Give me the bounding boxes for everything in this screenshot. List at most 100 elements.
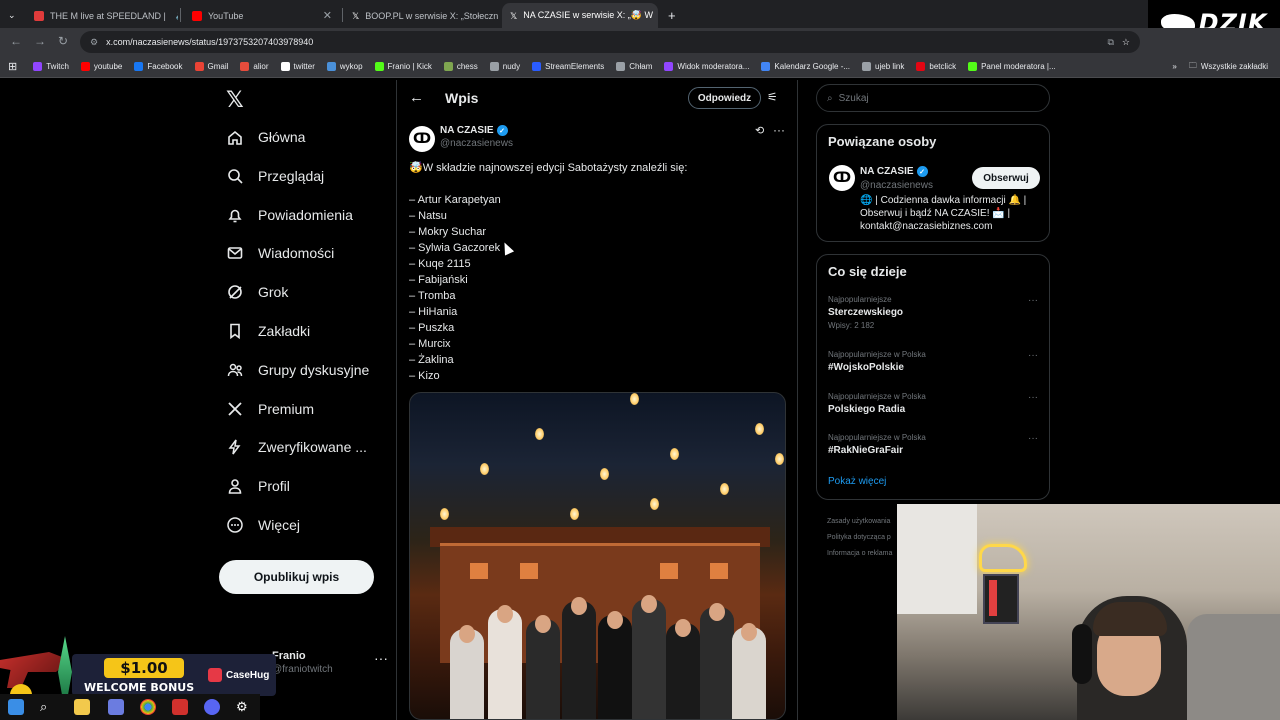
more-icon[interactable]: ··· <box>1028 392 1038 403</box>
related-handle[interactable]: @naczasienews <box>860 180 933 191</box>
bookmark-item[interactable]: twitter <box>275 62 321 71</box>
bookmark-item[interactable]: chess <box>438 62 484 71</box>
author-handle[interactable]: @naczasienews <box>440 138 513 149</box>
bookmark-item[interactable]: Kalendarz Google -... <box>755 62 856 71</box>
search-input[interactable]: ⌕ Szukaj <box>816 84 1050 112</box>
grok-icon[interactable]: ⟲ <box>755 124 764 137</box>
author-name[interactable]: NA CZASIE ✓ <box>440 125 508 136</box>
bookmark-item[interactable]: Twitch <box>27 62 75 71</box>
nav-item-mail[interactable]: Wiadomości <box>226 244 334 262</box>
bookmark-favicon-icon <box>664 62 674 71</box>
promo-brand: CaseHug <box>208 668 269 682</box>
sliders-icon[interactable]: ⚟ <box>767 90 778 104</box>
site-info-icon[interactable]: ⚙ <box>90 37 98 48</box>
chrome-icon[interactable] <box>140 699 156 715</box>
nav-item-bell[interactable]: Powiadomienia <box>226 206 353 224</box>
nav-item-more-circle[interactable]: Więcej <box>226 516 300 534</box>
url-field[interactable]: ⚙ x.com/naczasienews/status/197375320740… <box>80 31 1140 53</box>
related-name[interactable]: NA CZASIE ✓ <box>860 166 928 177</box>
forward-icon[interactable]: → <box>34 34 46 48</box>
bookmark-favicon-icon <box>240 62 250 71</box>
address-bar-row: ← → ↻ ⚙ x.com/naczasienews/status/197375… <box>0 28 1280 56</box>
nav-item-grok[interactable]: Grok <box>226 283 288 301</box>
footer-link[interactable]: Zasady użytkowania <box>827 514 892 530</box>
trend-item[interactable]: Najpopularniejsze w Polska #WojskoPolskie… <box>828 350 1038 373</box>
bookmark-item[interactable]: alior <box>234 62 274 71</box>
twitch-favicon-icon <box>34 10 44 21</box>
bookmark-favicon-icon <box>616 62 626 71</box>
bookmark-item[interactable]: nudy <box>484 62 526 71</box>
star-icon[interactable]: ☆ <box>1122 37 1130 48</box>
discord-icon[interactable] <box>204 699 220 715</box>
trend-item[interactable]: Najpopularniejsze w Polska Polskiego Radi… <box>828 392 1038 415</box>
bookmark-item[interactable]: Chłam <box>610 62 658 71</box>
follow-button[interactable]: Obserwuj <box>972 167 1040 189</box>
all-bookmarks[interactable]: 🗀 Wszystkie zakładki <box>1183 60 1274 74</box>
browser-tab-4[interactable]: 𝕏 NA CZASIE w serwisie X: „🤯 W ✕ <box>502 3 658 28</box>
file-explorer-icon[interactable] <box>74 699 90 715</box>
back-icon[interactable]: ← <box>10 34 22 48</box>
post-image[interactable] <box>409 392 786 720</box>
verified-badge-icon: ✓ <box>916 166 928 177</box>
back-arrow-icon[interactable]: ← <box>409 89 424 106</box>
bookmark-favicon-icon <box>134 62 144 71</box>
close-tab-icon[interactable]: ✕ <box>323 9 332 22</box>
bookmark-item[interactable]: Widok moderatora... <box>658 62 755 71</box>
bell-icon <box>228 209 242 222</box>
bookmark-item[interactable]: betclick <box>910 62 962 71</box>
search-icon[interactable]: ⌕ <box>40 699 56 715</box>
account-handle: @franiotwitch <box>272 664 333 675</box>
nav-item-lightning[interactable]: Zweryfikowane ... <box>226 438 367 456</box>
bookmark-item[interactable]: Gmail <box>189 62 235 71</box>
nav-item-x[interactable]: Premium <box>226 400 314 418</box>
x-logo-icon[interactable]: 𝕏 <box>226 88 244 113</box>
related-avatar[interactable]: ↀ <box>829 165 855 191</box>
app-icon[interactable] <box>172 699 188 715</box>
browser-tab-2[interactable]: YouTube ✕ <box>184 3 340 28</box>
speaker-icon[interactable]: 🔊 <box>176 10 178 21</box>
nav-label: Więcej <box>258 517 301 533</box>
app-icon[interactable] <box>108 699 124 715</box>
trend-item[interactable]: Najpopularniejsze Sterczewskiego Wpisy: 2 … <box>828 295 1038 330</box>
settings-icon[interactable]: ⚙ <box>236 699 252 715</box>
bookmark-item[interactable]: StreamElements <box>526 62 610 71</box>
bookmark-item[interactable]: Facebook <box>128 62 188 71</box>
browser-tab-3[interactable]: 𝕏 BOOP.PL w serwisie X: „Stołeczni ✕ <box>344 3 498 28</box>
new-tab-button[interactable]: + <box>660 3 682 28</box>
install-icon[interactable]: ⧉ <box>1107 37 1113 48</box>
nav-item-person[interactable]: Profil <box>226 477 290 495</box>
more-icon[interactable]: ··· <box>374 650 388 666</box>
nav-item-search[interactable]: Przeglądaj <box>226 167 324 185</box>
apps-icon[interactable]: ⊞ <box>0 60 27 73</box>
list-item: – Tromba <box>409 290 456 302</box>
author-avatar[interactable]: ↀ <box>409 126 435 152</box>
bookmark-item[interactable]: wykop <box>321 62 369 71</box>
bookmark-item[interactable]: youtube <box>75 62 128 71</box>
windows-start-icon[interactable] <box>8 699 24 715</box>
trend-category: Najpopularniejsze w Polska <box>828 433 926 442</box>
x-favicon-icon: 𝕏 <box>510 10 518 21</box>
footer-link[interactable]: Informacja o reklama <box>827 546 892 562</box>
browser-tab-1[interactable]: THE M live at SPEEDLAND | 🔊 ✕ <box>26 3 178 28</box>
bookmark-item[interactable]: ujeb link <box>856 62 910 71</box>
promo-amount: $1.00 <box>104 658 184 678</box>
nav-item-home[interactable]: Główna <box>226 128 305 146</box>
more-icon[interactable]: ··· <box>773 123 785 137</box>
more-icon[interactable]: ··· <box>1028 350 1038 361</box>
trend-category: Najpopularniejsze w Polska <box>828 392 926 401</box>
reply-button[interactable]: Odpowiedz <box>688 87 761 109</box>
reload-icon[interactable]: ↻ <box>58 34 68 48</box>
more-icon[interactable]: ··· <box>1028 433 1038 444</box>
bookmark-item[interactable]: Franio | Kick <box>369 62 438 71</box>
nav-item-bookmark[interactable]: Zakładki <box>226 322 310 340</box>
tab-list-button[interactable]: ⌄ <box>4 3 22 28</box>
mail-icon <box>227 247 243 260</box>
nav-item-community[interactable]: Grupy dyskusyjne <box>226 361 369 379</box>
more-icon[interactable]: ··· <box>1028 295 1038 306</box>
footer-link[interactable]: Polityka dotycząca p <box>827 530 892 546</box>
publish-button[interactable]: Opublikuj wpis <box>219 560 374 594</box>
bookmark-item[interactable]: Panel moderatora |... <box>962 62 1062 71</box>
show-more-link[interactable]: Pokaż więcej <box>828 476 886 487</box>
trend-item[interactable]: Najpopularniejsze w Polska #RakNieGraFair… <box>828 433 1038 456</box>
bookmarks-overflow-icon[interactable]: » <box>1166 62 1182 71</box>
